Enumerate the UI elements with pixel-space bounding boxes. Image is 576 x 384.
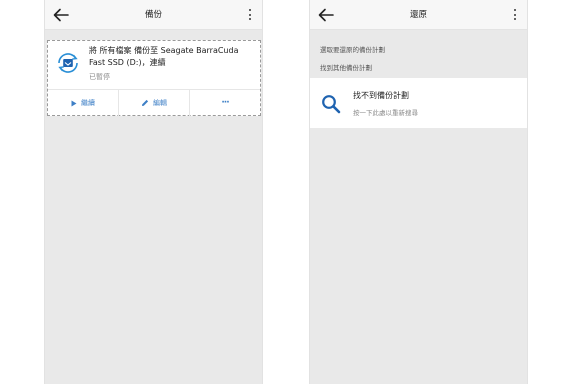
play-icon: [71, 100, 77, 106]
plan-actions: 繼續 編輯 ···: [48, 89, 260, 116]
backup-plan-card[interactable]: 將 所有檔案 備份至 Seagate BarraCuda Fast SSD (D…: [47, 40, 261, 116]
no-plan-found-item[interactable]: 找不到備份計劃 按一下此處以重新搜尋: [310, 78, 527, 128]
resume-label: 繼續: [81, 99, 95, 107]
app-bar: 還原: [310, 0, 527, 30]
select-plan-prompt: 選取要還原的備份計劃: [320, 46, 385, 54]
more-actions-label: ···: [221, 98, 229, 108]
more-vert-icon[interactable]: [248, 9, 252, 21]
edit-button[interactable]: 編輯: [119, 90, 190, 116]
edit-label: 編輯: [153, 99, 167, 107]
more-vert-icon[interactable]: [513, 9, 517, 21]
no-plan-found-title: 找不到備份計劃: [353, 91, 409, 100]
more-actions-button[interactable]: ···: [190, 90, 260, 116]
search-icon: [322, 95, 341, 114]
back-arrow-icon[interactable]: [318, 8, 334, 22]
backup-sync-icon: [58, 53, 78, 73]
resume-button[interactable]: 繼續: [48, 90, 119, 116]
pencil-icon: [142, 99, 149, 106]
research-hint: 按一下此處以重新搜尋: [353, 109, 418, 117]
plan-description: 將 所有檔案 備份至 Seagate BarraCuda Fast SSD (D…: [89, 46, 239, 67]
plan-status: 已暫停: [89, 73, 110, 81]
back-arrow-icon[interactable]: [53, 8, 69, 22]
restore-screen: 還原 選取要還原的備份計劃 找到其他備份計劃 找不到備份計劃 按一下此處以重新搜…: [309, 0, 528, 384]
page-title: 備份: [144, 10, 162, 20]
app-bar: 備份: [45, 0, 262, 30]
page-title: 還原: [409, 10, 427, 20]
find-other-plans-link[interactable]: 找到其他備份計劃: [320, 62, 372, 72]
backup-screen: 備份 將 所有檔案 備份至 Seagate BarraCuda Fast SSD…: [44, 0, 263, 384]
